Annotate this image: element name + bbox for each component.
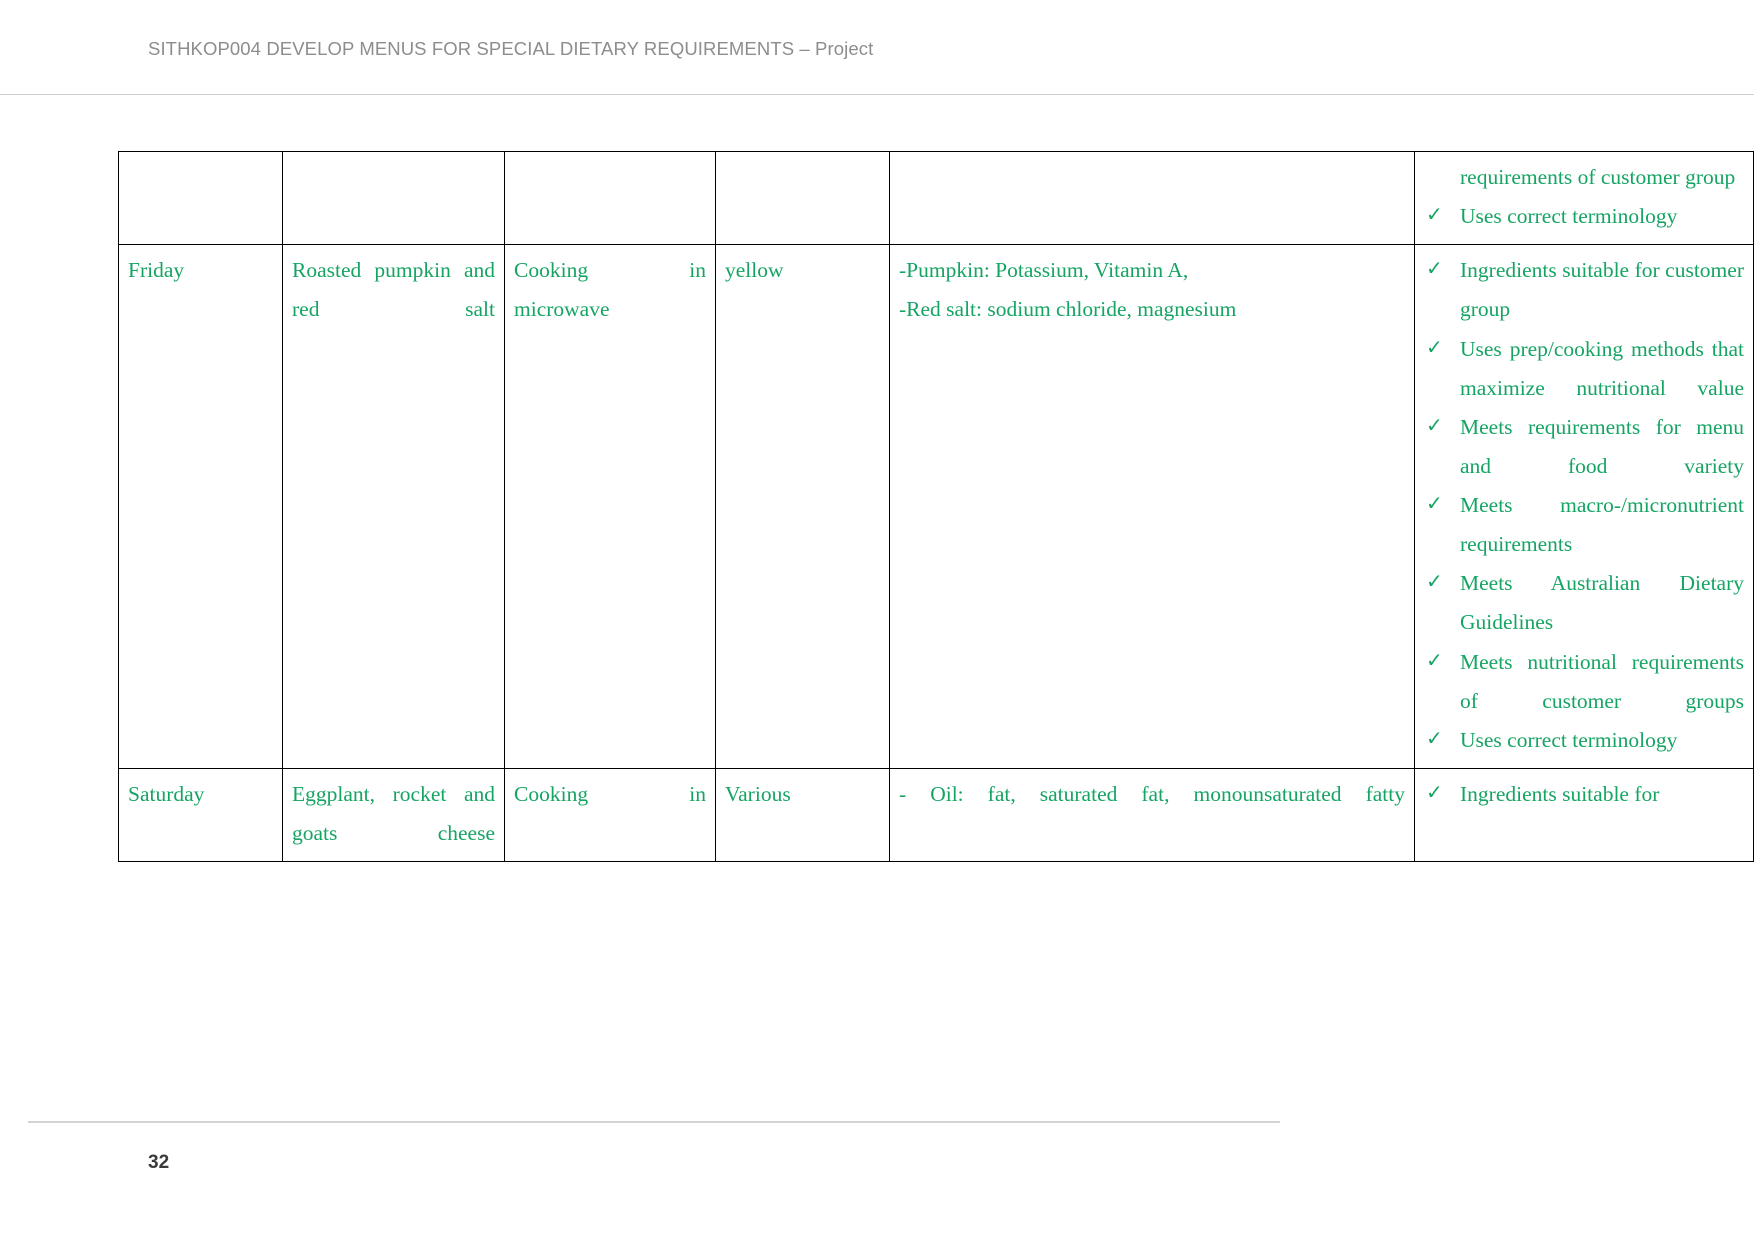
checklist-text: Uses correct terminology [1460, 727, 1678, 752]
cell-method [504, 150, 716, 246]
list-item: requirements of customer group [1424, 158, 1744, 197]
table-row: Saturday Eggplant, rocket and goats chee… [118, 767, 1754, 863]
list-item: ✓ Ingredients suitable for customer grou… [1424, 251, 1744, 329]
checklist-text: Meets macro-/micronutrient requirements [1460, 493, 1744, 557]
list-item: ✓ Ingredients suitable for [1424, 775, 1744, 814]
check-icon: ✓ [1426, 571, 1443, 594]
checklist-text: Uses correct terminology [1460, 204, 1678, 229]
checklist-text: Ingredients suitable for customer group [1460, 258, 1744, 322]
list-item: ✓ Uses correct terminology [1424, 197, 1744, 236]
nutrition-line: -Pumpkin: Potassium, Vitamin A, [899, 258, 1189, 283]
checklist: requirements of customer group ✓ Uses co… [1424, 158, 1744, 236]
cell-method: Cooking in microwave [504, 244, 716, 769]
cell-nutrition: - Oil: fat, saturated fat, monounsaturat… [889, 767, 1415, 863]
cell-checklist: ✓ Ingredients suitable for [1414, 767, 1754, 863]
checklist: ✓ Ingredients suitable for customer grou… [1424, 251, 1744, 760]
cell-day: Saturday [118, 767, 283, 863]
check-icon: ✓ [1426, 649, 1443, 672]
cell-checklist: requirements of customer group ✓ Uses co… [1414, 150, 1754, 246]
cell-day: Friday [118, 244, 283, 769]
check-icon: ✓ [1426, 781, 1443, 804]
check-icon: ✓ [1426, 258, 1443, 281]
menu-table-body: requirements of customer group ✓ Uses co… [118, 150, 1754, 863]
list-item: ✓ Meets nutritional requirements of cust… [1424, 643, 1744, 721]
list-item: ✓ Uses prep/cooking methods that maximiz… [1424, 330, 1744, 408]
cell-dish: Eggplant, rocket and goats cheese [282, 767, 505, 863]
cell-colour [715, 150, 890, 246]
cell-nutrition: -Pumpkin: Potassium, Vitamin A, -Red sal… [889, 244, 1415, 769]
checklist-text: requirements of customer group [1460, 165, 1736, 189]
checklist-text: Uses prep/cooking methods that maximize … [1460, 336, 1744, 400]
check-icon: ✓ [1426, 414, 1443, 437]
cell-dish [282, 150, 505, 246]
page-header: SITHKOP004 DEVELOP MENUS FOR SPECIAL DIE… [0, 0, 1754, 95]
checklist-text: Ingredients suitable for [1460, 781, 1660, 806]
list-item: ✓ Meets macro-/micronutrient requirement… [1424, 486, 1744, 564]
check-icon: ✓ [1426, 493, 1443, 515]
table-row: Friday Roasted pumpkin and red salt Cook… [118, 244, 1754, 769]
page-number: 32 [148, 1152, 170, 1173]
cell-day [118, 150, 283, 246]
list-item: ✓ Uses correct terminology [1424, 721, 1744, 760]
checklist-text: Meets nutritional requirements of custom… [1460, 649, 1744, 713]
list-item: ✓ Meets Australian Dietary Guidelines [1424, 564, 1744, 642]
cell-dish: Roasted pumpkin and red salt [282, 244, 505, 769]
list-item: ✓ Meets requirements for menu and food v… [1424, 408, 1744, 486]
nutrition-line: -Red salt: sodium chloride, magnesium [899, 297, 1237, 322]
check-icon: ✓ [1426, 204, 1443, 227]
table-row: requirements of customer group ✓ Uses co… [118, 150, 1754, 246]
header-divider [0, 94, 1754, 95]
menu-table: requirements of customer group ✓ Uses co… [118, 150, 1754, 863]
checklist: ✓ Ingredients suitable for [1424, 775, 1744, 814]
check-icon: ✓ [1426, 336, 1443, 359]
cell-colour: Various [715, 767, 890, 863]
cell-method: Cooking in [504, 767, 716, 863]
header-title: SITHKOP004 DEVELOP MENUS FOR SPECIAL DIE… [148, 38, 874, 59]
checklist-text: Meets requirements for menu and food var… [1460, 414, 1744, 478]
footer-divider [28, 1121, 1280, 1123]
cell-nutrition [889, 150, 1415, 246]
cell-colour: yellow [715, 244, 890, 769]
checklist-text: Meets Australian Dietary Guidelines [1460, 571, 1744, 635]
check-icon: ✓ [1426, 727, 1443, 750]
cell-checklist: ✓ Ingredients suitable for customer grou… [1414, 244, 1754, 769]
